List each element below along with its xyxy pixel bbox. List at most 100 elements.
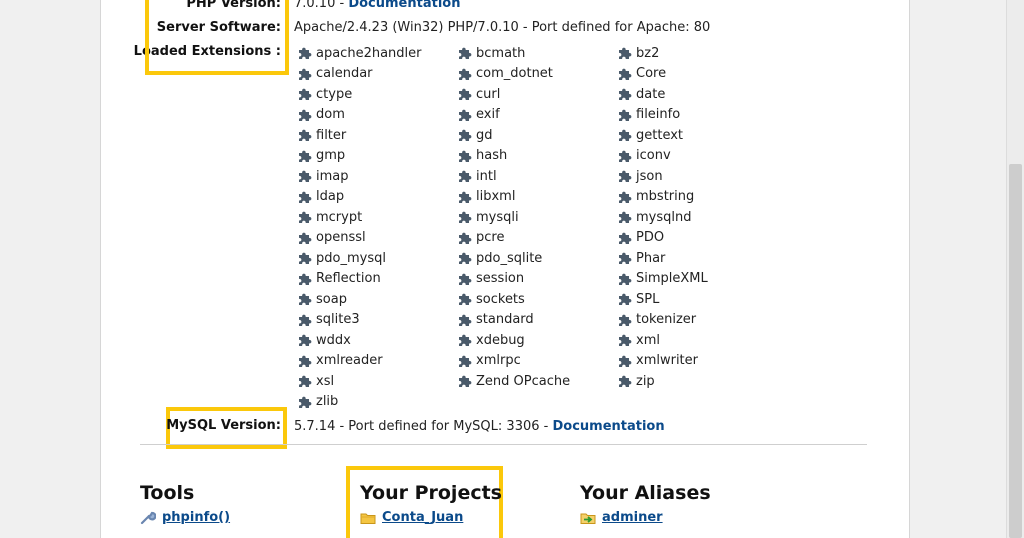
project-item-conta-juan[interactable]: Conta_Juan [360, 510, 463, 525]
extension-name: bcmath [476, 45, 526, 61]
extension-item: mcrypt [296, 207, 456, 228]
puzzle-piece-icon [619, 252, 632, 265]
extension-item: imap [296, 166, 456, 187]
projects-heading: Your Projects [360, 482, 502, 504]
extension-name: mysqli [476, 209, 519, 225]
extension-item: libxml [456, 187, 616, 208]
extension-item: filter [296, 125, 456, 146]
extension-item: sockets [456, 289, 616, 310]
extension-item: xdebug [456, 330, 616, 351]
folder-arrow-icon [580, 513, 596, 524]
extension-name: mcrypt [316, 209, 363, 225]
puzzle-piece-icon [299, 334, 312, 347]
mysql-version-value: 5.7.14 - Port defined for MySQL: 3306 - … [294, 419, 665, 434]
extension-name: filter [316, 127, 347, 143]
extension-item: xmlreader [296, 351, 456, 372]
extension-name: dom [316, 107, 345, 123]
puzzle-piece-icon [459, 375, 472, 388]
extension-name: SPL [636, 291, 660, 307]
extension-name: xmlreader [316, 353, 383, 369]
extension-item: gettext [616, 125, 736, 146]
puzzle-piece-icon [619, 314, 632, 326]
extension-item: tokenizer [616, 310, 736, 331]
puzzle-piece-icon [619, 109, 632, 121]
scrollbar-thumb[interactable] [1009, 164, 1022, 538]
extension-name: openssl [316, 230, 366, 246]
extension-item: Core [616, 64, 736, 85]
extension-name: xml [636, 332, 660, 348]
aliases-heading: Your Aliases [580, 482, 711, 504]
extension-name: standard [476, 312, 534, 328]
puzzle-piece-icon [619, 211, 632, 224]
puzzle-piece-icon [459, 293, 472, 306]
alias-item-adminer[interactable]: adminer [580, 510, 663, 525]
page: PHP Version: 7.0.10 - Documentation Serv… [0, 0, 1024, 538]
puzzle-piece-icon [459, 170, 472, 183]
php-documentation-link[interactable]: Documentation [348, 0, 460, 11]
server-software-value: Apache/2.4.23 (Win32) PHP/7.0.10 - Port … [294, 20, 711, 35]
extension-name: imap [316, 168, 349, 184]
vertical-scrollbar[interactable] [1006, 0, 1024, 538]
puzzle-piece-icon [299, 375, 312, 388]
extension-item: com_dotnet [456, 64, 616, 85]
extension-name: tokenizer [636, 312, 697, 328]
puzzle-piece-icon [299, 109, 312, 121]
puzzle-piece-icon [619, 68, 632, 80]
puzzle-piece-icon [299, 355, 312, 367]
puzzle-piece-icon [619, 47, 632, 60]
puzzle-piece-icon [619, 334, 632, 347]
extension-item: Reflection [296, 269, 456, 290]
extension-item: hash [456, 146, 616, 167]
puzzle-piece-icon [459, 68, 472, 80]
extension-name: PDO [636, 230, 665, 246]
extension-name: com_dotnet [476, 66, 553, 82]
extension-name: pdo_mysql [316, 250, 386, 266]
extension-name: gmp [316, 148, 346, 164]
puzzle-piece-icon [299, 211, 312, 224]
extensions-list: apache2handler bcmath bz2 calendar com_dotne… [296, 43, 736, 412]
extension-item: calendar [296, 64, 456, 85]
puzzle-piece-icon [619, 355, 632, 367]
wrench-icon [140, 511, 156, 524]
extension-item: standard [456, 310, 616, 331]
highlight-box-php-labels [145, 0, 289, 75]
extension-name: zip [636, 373, 655, 389]
puzzle-piece-icon [459, 150, 472, 162]
mysql-version-label: MySQL Version: [166, 418, 281, 433]
extension-name: date [636, 86, 666, 102]
extension-item: ldap [296, 187, 456, 208]
extension-item: dom [296, 105, 456, 126]
extension-name: fileinfo [636, 107, 681, 123]
mysql-documentation-link[interactable]: Documentation [552, 419, 664, 434]
puzzle-piece-icon [619, 191, 632, 203]
extension-name: gettext [636, 127, 684, 143]
extension-item: xsl [296, 371, 456, 392]
puzzle-piece-icon [619, 88, 632, 101]
tools-item-partial [140, 533, 240, 538]
extension-item: session [456, 269, 616, 290]
puzzle-piece-icon [459, 273, 472, 285]
extension-name: exif [476, 107, 500, 123]
puzzle-piece-icon [619, 129, 632, 142]
extension-item: pdo_sqlite [456, 248, 616, 269]
puzzle-piece-icon [459, 109, 472, 121]
extension-name: calendar [316, 66, 373, 82]
extension-name: sockets [476, 291, 525, 307]
project-item-label: Conta_Juan [382, 510, 464, 525]
extension-name: xmlwriter [636, 353, 698, 369]
extension-name: mbstring [636, 189, 695, 205]
puzzle-piece-icon [459, 88, 472, 101]
extension-item: bcmath [456, 43, 616, 64]
extension-name: session [476, 271, 525, 287]
puzzle-piece-icon [299, 396, 312, 408]
extension-item: xmlrpc [456, 351, 616, 372]
extension-item: bz2 [616, 43, 736, 64]
puzzle-piece-icon [299, 273, 312, 285]
extension-name: ctype [316, 86, 353, 102]
puzzle-piece-icon [299, 88, 312, 101]
extension-name: apache2handler [316, 45, 422, 61]
tools-item-phpinfo[interactable]: phpinfo() [140, 510, 230, 525]
extension-name: json [636, 168, 663, 184]
puzzle-piece-icon [299, 252, 312, 265]
extension-name: hash [476, 148, 508, 164]
